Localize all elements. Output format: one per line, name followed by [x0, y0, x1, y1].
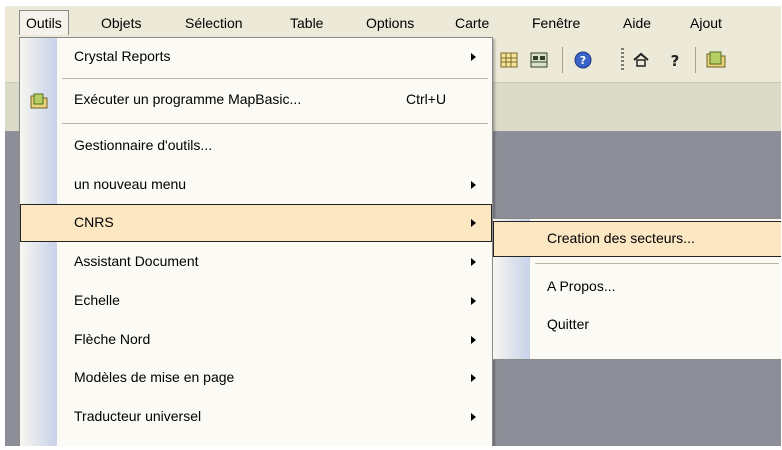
- menu-item-label: Exécuter un programme MapBasic...: [74, 91, 302, 107]
- menu-separator: [62, 78, 488, 79]
- help-icon[interactable]: ?: [573, 50, 593, 70]
- outils-dropdown-menu: Crystal Reports Exécuter un programme Ma…: [19, 37, 493, 446]
- menu-item-nouveau-menu[interactable]: un nouveau menu: [20, 166, 492, 204]
- submenu-arrow-icon: [471, 53, 476, 61]
- menu-item-echelle[interactable]: Echelle: [20, 282, 492, 320]
- menu-item-crystal-reports[interactable]: Crystal Reports: [20, 38, 492, 76]
- menu-item-label: Traducteur universel: [74, 408, 202, 424]
- menu-item-gestionnaire-outils[interactable]: Gestionnaire d'outils...: [20, 127, 492, 165]
- folder-icon: [30, 92, 48, 109]
- menu-item-traducteur-universel[interactable]: Traducteur universel: [20, 398, 492, 436]
- home-icon[interactable]: [631, 50, 651, 70]
- menu-aide[interactable]: Aide: [623, 15, 651, 31]
- menu-item-label: Crystal Reports: [74, 48, 171, 64]
- application-window: Outils Objets Sélection Table Options Ca…: [5, 6, 781, 446]
- submenu-arrow-icon: [471, 258, 476, 266]
- submenu-item-a-propos[interactable]: A Propos...: [493, 269, 781, 305]
- cnrs-submenu: Creation des secteurs... A Propos... Qui…: [492, 218, 781, 360]
- menu-item-label: Echelle: [74, 292, 120, 308]
- menu-carte[interactable]: Carte: [455, 15, 489, 31]
- toolbar-separator: [695, 47, 696, 73]
- menu-outils[interactable]: Outils: [19, 10, 69, 35]
- menu-bar: Outils Objets Sélection Table Options Ca…: [5, 6, 781, 38]
- menu-selection[interactable]: Sélection: [185, 15, 243, 31]
- menu-item-assistant-document[interactable]: Assistant Document: [20, 243, 492, 281]
- grid-icon[interactable]: [499, 50, 519, 70]
- toolbar-separator: [562, 47, 563, 73]
- svg-text:?: ?: [580, 54, 586, 67]
- question-icon[interactable]: ?: [665, 50, 685, 70]
- menu-separator: [535, 263, 779, 264]
- menu-item-label: Quitter: [547, 316, 590, 332]
- submenu-arrow-icon: [471, 297, 476, 305]
- menu-item-executer-mapbasic[interactable]: Exécuter un programme MapBasic... Ctrl+U: [20, 81, 492, 119]
- menu-item-label: CNRS: [74, 214, 114, 230]
- toolbar-grip[interactable]: [621, 48, 624, 72]
- folder-icon[interactable]: [705, 48, 726, 68]
- menu-item-fleche-nord[interactable]: Flèche Nord: [20, 321, 492, 359]
- menu-table[interactable]: Table: [290, 15, 323, 31]
- submenu-arrow-icon: [471, 336, 476, 344]
- menu-objets[interactable]: Objets: [101, 15, 141, 31]
- submenu-arrow-icon: [471, 413, 476, 421]
- submenu-item-creation-secteurs[interactable]: Creation des secteurs...: [493, 221, 781, 257]
- submenu-arrow-icon: [471, 219, 476, 227]
- menu-item-label: Flèche Nord: [74, 331, 151, 347]
- menu-item-label: Assistant Document: [74, 253, 199, 269]
- menu-item-modeles-mise-en-page[interactable]: Modèles de mise en page: [20, 359, 492, 397]
- menu-separator: [62, 123, 488, 124]
- menu-options[interactable]: Options: [366, 15, 414, 31]
- menu-item-label: A Propos...: [547, 278, 616, 294]
- menu-item-label: Modèles de mise en page: [74, 369, 235, 385]
- submenu-item-quitter[interactable]: Quitter: [493, 307, 781, 343]
- submenu-arrow-icon: [471, 181, 476, 189]
- submenu-arrow-icon: [471, 374, 476, 382]
- menu-item-cnrs[interactable]: CNRS: [20, 204, 492, 242]
- svg-text:?: ?: [671, 52, 680, 70]
- menu-fenetre[interactable]: Fenêtre: [532, 15, 580, 31]
- table-icon[interactable]: [529, 50, 549, 70]
- menu-item-shortcut: Ctrl+U: [406, 91, 447, 107]
- menu-item-label: un nouveau menu: [74, 176, 187, 192]
- menu-item-label: Gestionnaire d'outils...: [74, 137, 213, 153]
- menu-ajout[interactable]: Ajout: [690, 15, 722, 31]
- menu-item-label: Creation des secteurs...: [547, 230, 695, 246]
